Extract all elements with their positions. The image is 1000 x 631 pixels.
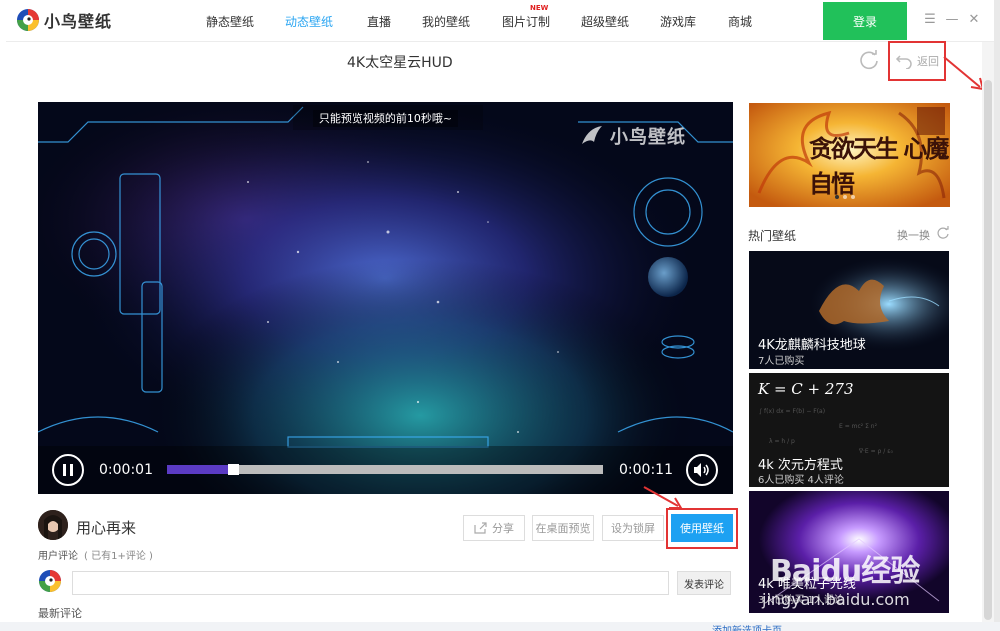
nav-custom-picture[interactable]: 图片订制 NEW bbox=[502, 4, 551, 30]
nav-dynamic-wallpaper[interactable]: 动态壁纸 bbox=[285, 13, 333, 30]
banner-dot[interactable] bbox=[851, 195, 855, 199]
nav-super-wallpaper[interactable]: 超级壁纸 bbox=[581, 13, 629, 30]
desktop-preview-button[interactable]: 在桌面预览 bbox=[532, 515, 594, 541]
progress-track[interactable] bbox=[167, 464, 603, 475]
author-name[interactable]: 用心再来 bbox=[76, 517, 136, 538]
banner-dot[interactable] bbox=[835, 195, 839, 199]
set-lockscreen-button[interactable]: 设为锁屏 bbox=[602, 515, 664, 541]
svg-text:∫ f(x) dx = F(b) − F(a): ∫ f(x) dx = F(b) − F(a) bbox=[759, 408, 825, 415]
video-controls: 0:00:01 0:00:11 bbox=[38, 446, 733, 494]
app-window: 小鸟壁纸 静态壁纸 动态壁纸 直播 我的壁纸 图片订制 NEW 超级壁纸 游戏库… bbox=[6, 0, 994, 622]
card-meta: 6人已购买 4人评论 bbox=[758, 475, 844, 486]
app-logo[interactable]: 小鸟壁纸 bbox=[16, 8, 112, 32]
svg-text:E = mc² Σ n²: E = mc² Σ n² bbox=[839, 423, 878, 430]
minimize-icon[interactable]: — bbox=[945, 12, 959, 28]
video-watermark: 小鸟壁纸 bbox=[578, 122, 686, 150]
bird-logo-icon bbox=[39, 570, 61, 592]
total-time: 0:00:11 bbox=[619, 462, 673, 478]
comments-header: 用户评论( 已有1+评论 ) bbox=[38, 551, 153, 562]
nav-static-wallpaper[interactable]: 静态壁纸 bbox=[206, 13, 254, 30]
svg-text:λ = h / p: λ = h / p bbox=[769, 438, 795, 445]
bird-logo-icon bbox=[17, 9, 39, 31]
pause-icon bbox=[63, 464, 73, 476]
share-button[interactable]: 分享 bbox=[463, 515, 525, 541]
app-name: 小鸟壁纸 bbox=[44, 12, 113, 31]
undo-icon bbox=[895, 55, 912, 69]
promo-banner[interactable]: 贪欲天生 心魔自悟 bbox=[749, 103, 950, 207]
card-title: 4K龙麒麟科技地球 bbox=[758, 338, 866, 353]
speaker-icon bbox=[694, 463, 709, 477]
annotation-box bbox=[666, 508, 738, 549]
progress-fill bbox=[167, 465, 229, 474]
nav-live[interactable]: 直播 bbox=[367, 13, 391, 30]
comment-input[interactable] bbox=[72, 571, 669, 595]
shuffle-link[interactable]: 换一换 bbox=[897, 227, 930, 243]
close-icon[interactable]: ✕ bbox=[967, 12, 981, 28]
annotation-arrow-icon bbox=[643, 486, 683, 509]
shuffle-icon[interactable] bbox=[936, 226, 950, 240]
banner-dot[interactable] bbox=[843, 195, 847, 199]
progress-knob[interactable] bbox=[228, 464, 240, 475]
new-tab-link[interactable]: 添加新选项卡页 bbox=[712, 622, 782, 631]
card-meta: 7人已购买 bbox=[758, 356, 805, 367]
card-title: 4k 唯美粒子光线 bbox=[758, 577, 856, 592]
nebula-hud-preview bbox=[38, 102, 733, 494]
hot-wallpapers-title: 热门壁纸 bbox=[748, 229, 797, 243]
card-formula: K = C + 273 bbox=[758, 380, 854, 398]
avatar[interactable] bbox=[38, 510, 68, 540]
video-player[interactable]: 只能预览视频的前10秒哦~ 小鸟壁纸 0:00:01 0:00:11 bbox=[38, 102, 733, 494]
new-badge: NEW bbox=[530, 4, 549, 12]
wallpaper-card[interactable]: 4k 唯美粒子光线 3人已购买 1人评论 bbox=[749, 491, 949, 613]
avatar-image bbox=[38, 510, 68, 540]
top-navigation: 小鸟壁纸 静态壁纸 动态壁纸 直播 我的壁纸 图片订制 NEW 超级壁纸 游戏库… bbox=[6, 0, 994, 42]
menu-icon[interactable]: ☰ bbox=[923, 12, 937, 28]
bird-watermark-icon bbox=[582, 126, 602, 144]
back-button[interactable]: 返回 bbox=[888, 41, 946, 81]
back-label: 返回 bbox=[917, 55, 939, 68]
nav-custom-picture-label: 图片订制 bbox=[502, 15, 551, 29]
current-time: 0:00:01 bbox=[99, 462, 153, 478]
scrollbar-thumb[interactable] bbox=[984, 80, 992, 620]
refresh-icon[interactable] bbox=[858, 49, 880, 71]
login-button[interactable]: 登录 bbox=[823, 2, 907, 40]
wallpaper-card[interactable]: ∫ f(x) dx = F(b) − F(a) E = mc² Σ n² λ =… bbox=[749, 373, 949, 487]
pause-button[interactable] bbox=[52, 454, 84, 486]
card-meta: 3人已购买 1人评论 bbox=[758, 595, 844, 606]
nav-my-wallpaper[interactable]: 我的壁纸 bbox=[422, 13, 470, 30]
latest-comments-label: 最新评论 bbox=[38, 607, 82, 620]
wallpaper-card[interactable]: 4K龙麒麟科技地球 7人已购买 bbox=[749, 251, 949, 369]
svg-text:∇·E = ρ / ε₀: ∇·E = ρ / ε₀ bbox=[858, 448, 893, 455]
banner-pagination bbox=[835, 195, 855, 199]
post-comment-button[interactable]: 发表评论 bbox=[677, 571, 731, 595]
banner-title: 贪欲天生 心魔自悟 bbox=[809, 134, 949, 198]
volume-button[interactable] bbox=[686, 454, 718, 486]
nav-store[interactable]: 商城 bbox=[728, 13, 752, 30]
taskbar-strip bbox=[0, 622, 1000, 631]
nav-game-library[interactable]: 游戏库 bbox=[660, 13, 696, 30]
page-title: 4K太空星云HUD bbox=[347, 55, 453, 71]
share-icon bbox=[474, 522, 487, 534]
